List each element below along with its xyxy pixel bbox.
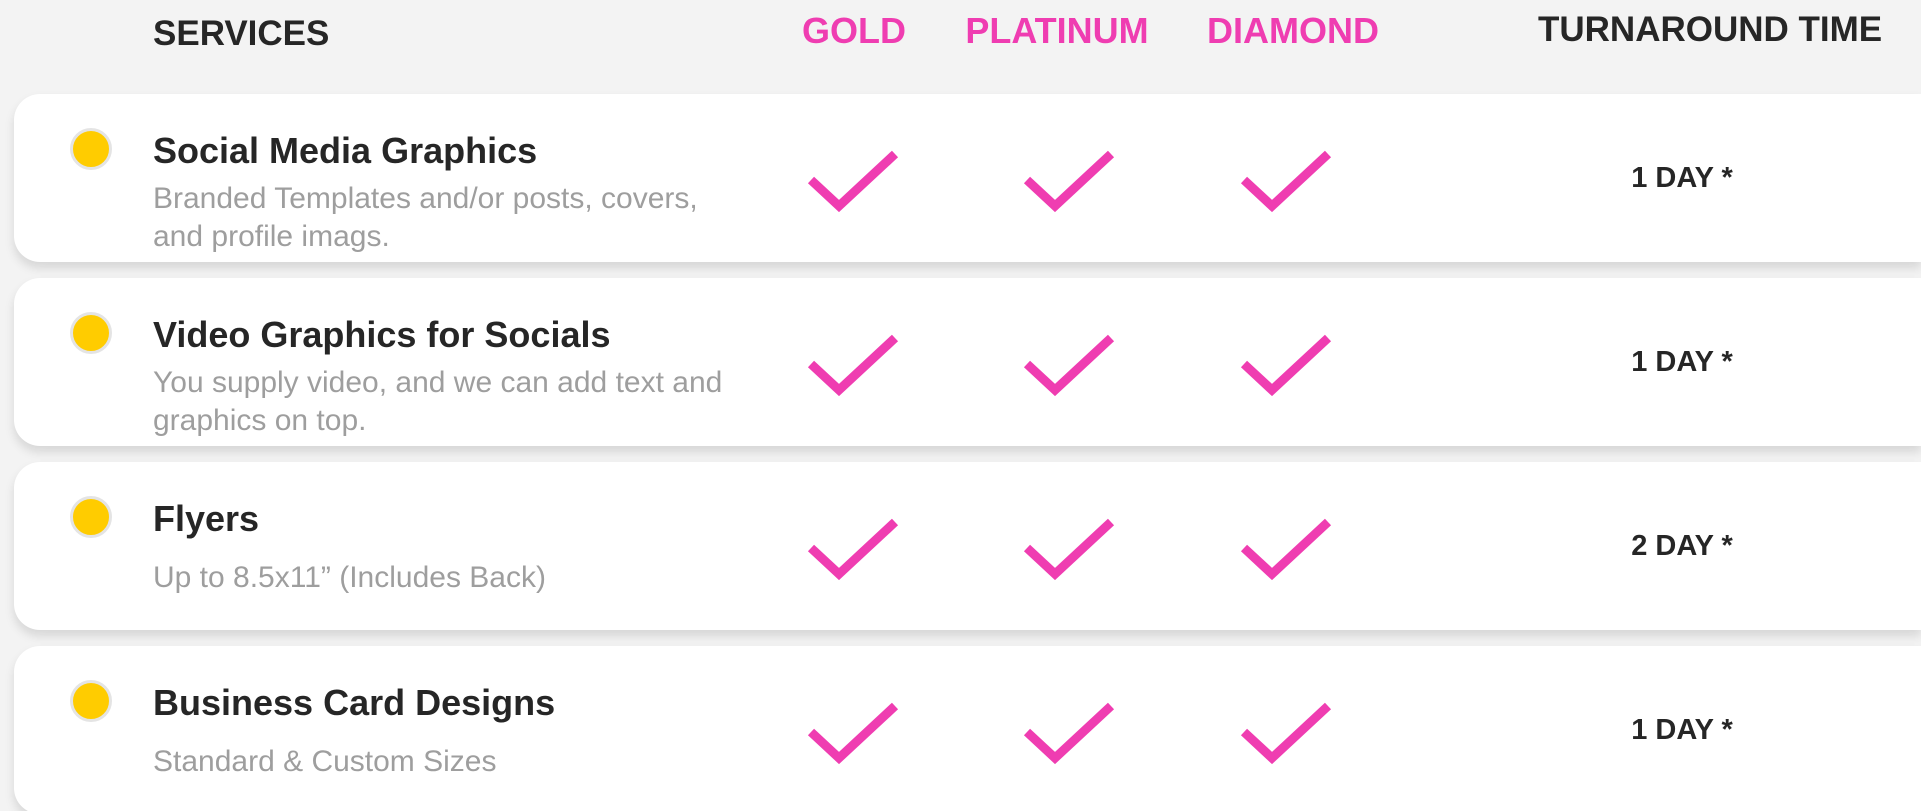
service-title: Business Card Designs — [153, 682, 556, 723]
service-title: Video Graphics for Socials — [153, 314, 611, 355]
diamond-check-icon — [1239, 514, 1333, 582]
diamond-check-icon — [1239, 330, 1333, 398]
platinum-check-icon — [1022, 146, 1116, 214]
turnaround-column-header: TURNAROUND TIME — [1538, 10, 1883, 49]
service-title: Flyers — [153, 498, 260, 539]
bullet-dot-icon — [70, 496, 112, 538]
platinum-check-icon — [1022, 698, 1116, 766]
diamond-check-icon — [1239, 698, 1333, 766]
platinum-check-icon — [1022, 514, 1116, 582]
service-description: Branded Templates and/or posts, covers, … — [153, 182, 698, 253]
gold-check-icon — [806, 514, 900, 582]
services-comparison-table: SERVICES GOLD PLATINUM DIAMOND TURNAROUN… — [0, 0, 1921, 811]
turnaround-value: 1 DAY * — [1631, 346, 1733, 378]
gold-check-icon — [806, 146, 900, 214]
service-description: Standard & Custom Sizes — [153, 745, 497, 778]
gold-check-icon — [806, 330, 900, 398]
gold-check-icon — [806, 698, 900, 766]
bullet-dot-icon — [70, 680, 112, 722]
turnaround-value: 1 DAY * — [1631, 162, 1733, 194]
service-description: Up to 8.5x11” (Includes Back) — [153, 561, 546, 594]
bullet-dot-icon — [70, 312, 112, 354]
platinum-check-icon — [1022, 330, 1116, 398]
service-row-flyers: Flyers Up to 8.5x11” (Includes Back) 2 D… — [14, 462, 1921, 630]
turnaround-value: 2 DAY * — [1631, 530, 1733, 562]
service-row-social-media: Social Media Graphics Branded Templates … — [14, 94, 1921, 262]
turnaround-value: 1 DAY * — [1631, 714, 1733, 746]
gold-column-header: GOLD — [802, 10, 906, 51]
service-description: You supply video, and we can add text an… — [153, 366, 723, 437]
bullet-dot-icon — [70, 128, 112, 170]
service-row-business-cards: Business Card Designs Standard & Custom … — [14, 646, 1921, 811]
service-row-video-graphics: Video Graphics for Socials You supply vi… — [14, 278, 1921, 446]
diamond-column-header: DIAMOND — [1207, 10, 1379, 51]
services-column-header: SERVICES — [153, 14, 330, 53]
platinum-column-header: PLATINUM — [965, 10, 1149, 51]
diamond-check-icon — [1239, 146, 1333, 214]
service-title: Social Media Graphics — [153, 130, 538, 171]
